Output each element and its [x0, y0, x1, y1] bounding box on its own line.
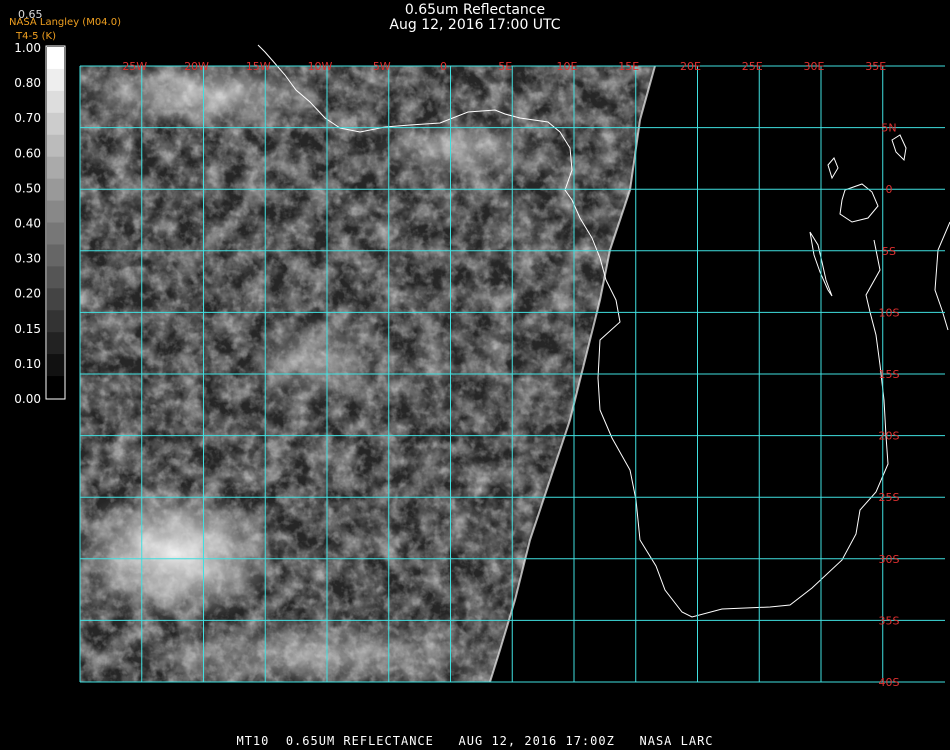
colorbar: 1.00 0.80 0.70 0.60 0.50 0.40 0.30 0.20 0.15 0.10… — [14, 41, 66, 406]
longitude-label: 25E — [742, 60, 763, 73]
latitude-label: 20S — [879, 430, 900, 443]
colorbar-ticks: 1.00 0.80 0.70 0.60 0.50 0.40 0.30 0.20 0.15 0.10… — [14, 41, 41, 406]
colorbar-tick-label: 0.20 — [14, 287, 41, 301]
longitude-label: 20E — [680, 60, 701, 73]
longitude-label: 5W — [373, 60, 391, 73]
longitude-label: 10W — [308, 60, 333, 73]
colorbar-step — [47, 178, 64, 202]
colorbar-step — [47, 354, 64, 377]
latitude-label: 5S — [882, 245, 896, 258]
longitude-label: 15W — [246, 60, 271, 73]
latitude-label: 40S — [879, 676, 900, 689]
latitude-label: 30S — [879, 553, 900, 566]
colorbar-step — [47, 112, 64, 136]
colorbar-step — [47, 68, 64, 92]
footer-caption: MT10 0.65UM REFLECTANCE AUG 12, 2016 17:… — [236, 734, 714, 748]
colorbar-step — [47, 266, 64, 289]
longitude-label: 15E — [618, 60, 639, 73]
colorbar-tick-label: 0.50 — [14, 181, 41, 195]
colorbar-tick-label: 0.10 — [14, 357, 41, 371]
credit-subtitle: T4-5 (K) — [16, 31, 56, 42]
longitude-label: 20W — [184, 60, 209, 73]
bright-cloud-gulf — [370, 115, 550, 185]
latitude-label: 10S — [879, 306, 900, 319]
latitude-label: 25S — [879, 491, 900, 504]
colorbar-tick-label: 0.30 — [14, 252, 41, 266]
bright-cloud-southwest — [80, 485, 285, 625]
colorbar-step — [47, 134, 64, 158]
colorbar-tick-label: 0.70 — [14, 111, 41, 125]
satellite-map: 1.00 0.80 0.70 0.60 0.50 0.40 0.30 0.20 0.15 0.10… — [14, 41, 950, 689]
colorbar-step — [47, 376, 64, 399]
longitude-label: 10E — [557, 60, 578, 73]
colorbar-tick-label: 0.15 — [14, 322, 41, 336]
colorbar-step — [47, 222, 64, 245]
longitude-label: 30E — [804, 60, 825, 73]
map-title: 0.65um Reflectance — [404, 2, 546, 18]
longitude-label: 0 — [440, 60, 447, 73]
colorbar-step — [47, 90, 64, 114]
latitude-label: 5N — [881, 122, 896, 135]
colorbar-step — [47, 288, 64, 311]
longitude-label: 35E — [865, 60, 886, 73]
longitude-label: 5E — [498, 60, 512, 73]
colorbar-tick-label: 0.60 — [14, 146, 41, 160]
colorbar-tick-label: 0.80 — [14, 76, 41, 90]
coastline-east-africa — [934, 221, 950, 331]
colorbar-tick-label: 0.40 — [14, 217, 41, 231]
colorbar-label: 0.65 — [18, 8, 43, 21]
longitude-label: 25W — [122, 60, 147, 73]
colorbar-step — [47, 310, 64, 333]
latitude-label: 15S — [879, 368, 900, 381]
colorbar-step — [47, 332, 64, 355]
colorbar-step — [47, 156, 64, 180]
bright-cloud-west-central — [250, 315, 390, 405]
colorbar-step — [47, 244, 64, 267]
colorbar-step — [47, 47, 64, 70]
lake-turkana-region — [891, 134, 907, 162]
colorbar-tick-label: 0.00 — [14, 392, 41, 406]
colorbar-step — [47, 200, 64, 223]
latitude-label: 0 — [886, 183, 893, 196]
map-datetime: Aug 12, 2016 17:00 UTC — [389, 17, 561, 33]
cloud-band-south — [120, 625, 520, 682]
latitude-label: 35S — [879, 614, 900, 627]
latitude-labels: 5N 0 5S 10S 15S 20S 25S 30S 35S 40S — [879, 122, 900, 689]
colorbar-tick-label: 1.00 — [14, 41, 41, 55]
colorbar-steps — [47, 47, 64, 399]
lake-albert — [827, 157, 839, 180]
